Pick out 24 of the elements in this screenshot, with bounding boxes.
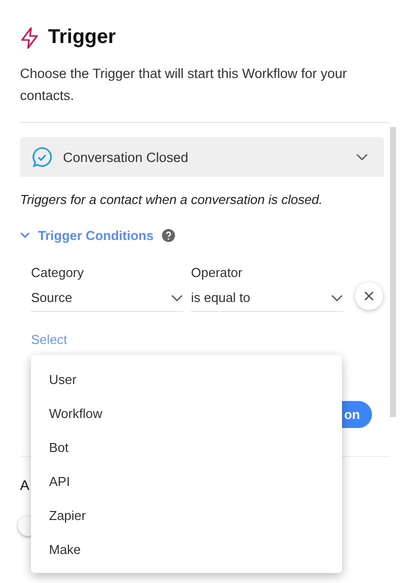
select-field[interactable]: Source xyxy=(31,290,183,312)
lightning-icon xyxy=(20,26,40,48)
close-icon xyxy=(364,291,374,301)
trigger-description: Triggers for a contact when a conversation is closed. xyxy=(20,192,324,207)
chevron-down-icon xyxy=(356,153,368,161)
select-field[interactable]: is equal to xyxy=(191,290,343,312)
menu-item[interactable]: Bot xyxy=(31,430,342,464)
chevron-icon xyxy=(20,232,30,239)
scrollbar[interactable] xyxy=(390,127,396,417)
chevron-down-icon xyxy=(171,294,183,302)
menu-item[interactable]: Make xyxy=(31,532,342,566)
panel-title: Trigger xyxy=(48,26,116,49)
field-label: Category xyxy=(31,265,85,280)
menu-item[interactable]: Zapier xyxy=(31,498,342,532)
chevron-down-icon xyxy=(331,294,343,302)
chat-check-icon xyxy=(31,146,53,168)
field-label: Operator xyxy=(191,265,244,280)
remove-button[interactable] xyxy=(355,282,383,310)
menu-item[interactable]: User xyxy=(31,362,342,396)
menu-item[interactable]: API xyxy=(31,464,342,498)
description-text: Choose the Trigger that will start this Workflow for your contacts. xyxy=(20,65,348,105)
help-icon[interactable] xyxy=(162,229,175,242)
trigger-select[interactable]: Conversation Closed xyxy=(20,137,384,177)
section-heading: A xyxy=(20,477,30,493)
